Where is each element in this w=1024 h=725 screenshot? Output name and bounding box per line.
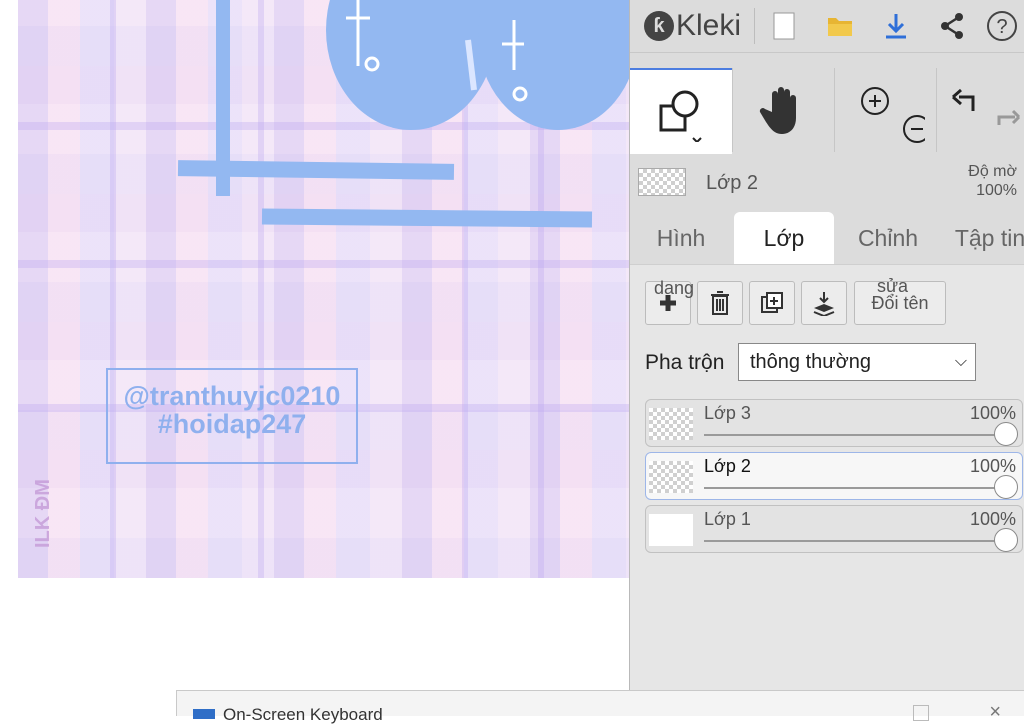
add-layer-button[interactable]: dang <box>645 278 695 325</box>
on-screen-keyboard-window[interactable]: On-Screen Keyboard × <box>176 690 1024 724</box>
plaid-stripe <box>110 0 116 578</box>
shape-select-icon <box>659 90 702 142</box>
shape-select-tool[interactable] <box>630 68 732 154</box>
delete-layer-button[interactable] <box>697 281 743 325</box>
blend-mode-label: Pha trộn <box>645 351 725 374</box>
opacity-slider-handle[interactable] <box>994 528 1018 552</box>
layer-name: Lớp 1 <box>704 509 751 529</box>
layer-item[interactable]: Lớp 1 100% <box>645 505 1023 553</box>
merge-down-button[interactable] <box>801 281 847 325</box>
window-title: On-Screen Keyboard <box>223 705 383 724</box>
zoom-tool[interactable] <box>835 68 935 152</box>
layer-thumbnail <box>649 408 693 440</box>
current-layer-opacity: Độ mờ 100% <box>968 162 1017 200</box>
watermark-box: @tranthuyjc0210 #hoidap247 <box>106 368 358 464</box>
keyboard-icon <box>193 709 215 719</box>
layer-opacity: 100% <box>969 456 1016 476</box>
tab-file[interactable]: Tập tin <box>940 212 1024 264</box>
blend-mode-value: thông thường <box>750 351 872 373</box>
download-icon[interactable] <box>880 10 912 42</box>
kleki-logo-icon: ƙ <box>644 11 674 41</box>
layer-name: Lớp 2 <box>704 456 751 476</box>
side-watermark: ILK ĐM <box>32 479 54 548</box>
opacity-slider-track[interactable] <box>704 540 1002 542</box>
watermark-line: @tranthuyjc0210 <box>123 381 341 411</box>
maximize-icon[interactable] <box>913 705 929 721</box>
drawing-canvas[interactable]: @tranthuyjc0210 #hoidap247 ILK ĐM <box>0 0 630 580</box>
tab-layers[interactable]: Lớp <box>734 212 834 264</box>
opacity-slider-track[interactable] <box>704 487 1002 489</box>
side-panel: ƙ Kleki ? Lớp 2 Độ mờ 100% Hình Lớp Chỉn… <box>629 0 1024 715</box>
hand-icon <box>759 87 796 134</box>
layer-name: Lớp 3 <box>704 403 751 423</box>
open-folder-icon[interactable] <box>824 10 856 42</box>
zoom-icon <box>861 87 925 143</box>
current-layer-info: Lớp 2 Độ mờ 100% <box>630 156 1024 208</box>
plaid-stripe <box>258 0 264 578</box>
layer-thumbnail <box>649 514 693 546</box>
plaid-stripe <box>18 260 630 268</box>
merge-down-icon <box>813 292 835 316</box>
trash-icon <box>711 291 729 315</box>
panel-tabs: Hình Lớp Chỉnh Tập tin <box>630 212 1024 264</box>
opacity-value: 100% <box>976 182 1017 199</box>
button-overlay-text: sửa <box>877 276 909 296</box>
tool-row <box>630 68 1024 154</box>
layer-thumbnail <box>649 461 693 493</box>
current-layer-thumbnail <box>638 168 686 196</box>
duplicate-layer-button[interactable] <box>749 281 795 325</box>
chevron-down-icon: ⌵ <box>954 353 967 370</box>
duplicate-icon <box>761 292 783 313</box>
layer-opacity: 100% <box>969 509 1016 529</box>
app-name: Kleki <box>676 9 742 42</box>
blend-mode-select[interactable]: thông thường ⌵ <box>738 343 976 381</box>
drawn-stroke <box>261 208 593 228</box>
tab-edit[interactable]: Chỉnh <box>838 212 938 264</box>
top-toolbar: ƙ Kleki ? <box>630 0 1024 53</box>
undo-redo-icon <box>952 88 1021 125</box>
button-overlay-text: dang <box>654 278 695 298</box>
tab-shape[interactable]: Hình <box>630 212 732 264</box>
app-logo[interactable]: ƙ Kleki <box>644 9 742 42</box>
close-icon[interactable]: × <box>989 701 1001 724</box>
new-file-icon[interactable] <box>768 10 800 42</box>
blob-doodles <box>346 0 528 102</box>
current-layer-name: Lớp 2 <box>706 172 759 194</box>
opacity-slider-track[interactable] <box>704 434 1002 436</box>
layer-opacity: 100% <box>969 403 1016 423</box>
rename-layer-button[interactable]: Đổi tên sửa <box>854 276 946 325</box>
layer-item[interactable]: Lớp 3 100% <box>645 399 1023 447</box>
hand-tool[interactable] <box>733 68 833 152</box>
layer-item-selected[interactable]: Lớp 2 100% <box>645 452 1023 500</box>
svg-text:?: ? <box>996 16 1007 38</box>
undo-redo-tool[interactable] <box>937 68 1024 152</box>
watermark-line: #hoidap247 <box>157 409 307 439</box>
help-icon[interactable]: ? <box>986 10 1018 42</box>
opacity-slider-handle[interactable] <box>994 475 1018 499</box>
layers-panel: dang Đổi tên sửa Pha trộn thông thường ⌵… <box>630 264 1024 715</box>
opacity-label: Độ mờ <box>968 163 1017 180</box>
share-icon[interactable] <box>936 10 968 42</box>
canvas-paper[interactable]: @tranthuyjc0210 #hoidap247 ILK ĐM <box>18 0 630 578</box>
opacity-slider-handle[interactable] <box>994 422 1018 446</box>
